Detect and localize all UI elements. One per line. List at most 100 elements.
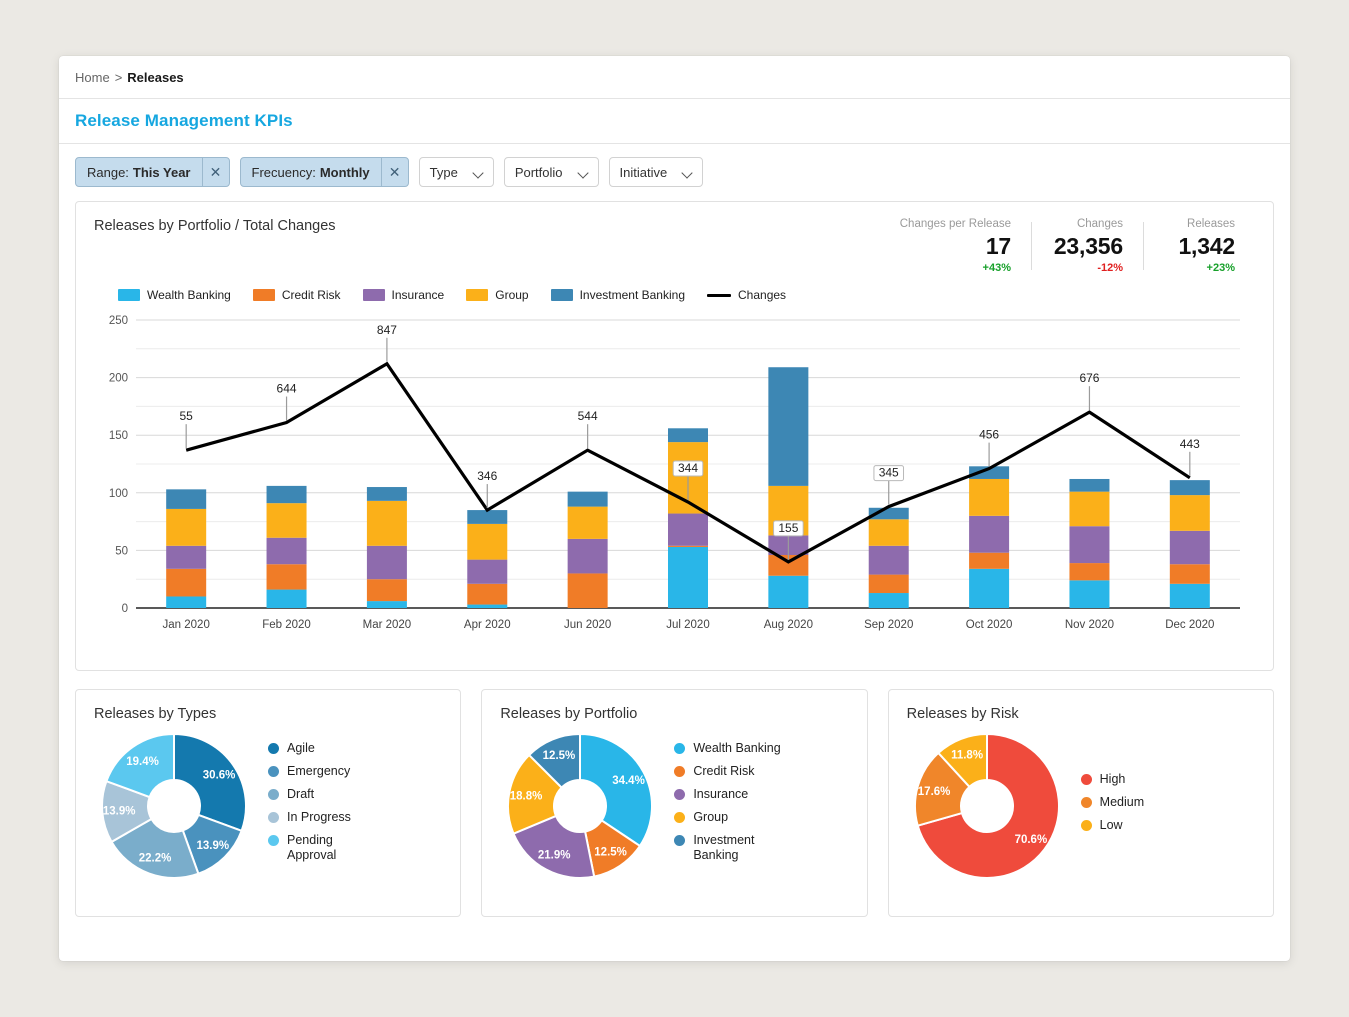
- bar-segment[interactable]: [668, 428, 708, 443]
- bar-segment[interactable]: [467, 510, 508, 524]
- bar-segment[interactable]: [166, 489, 207, 509]
- filter-pill-frequency-label: Frecuency:: [251, 164, 316, 180]
- breadcrumb-home-link[interactable]: Home: [75, 70, 110, 85]
- donut-slice-label: 30.6%: [203, 770, 236, 782]
- filter-select-initiative[interactable]: Initiative: [608, 157, 704, 187]
- donut-legend-item[interactable]: In Progress: [268, 810, 379, 825]
- bar-segment[interactable]: [366, 487, 407, 501]
- breadcrumb-separator: >: [114, 69, 123, 85]
- line-data-label: 544: [578, 409, 598, 423]
- legend-item[interactable]: Wealth Banking: [118, 288, 231, 302]
- donut-slice-label: 18.8%: [510, 790, 543, 802]
- bar-segment[interactable]: [768, 575, 809, 608]
- line-data-label: 443: [1180, 437, 1200, 451]
- filter-pill-frequency[interactable]: Frecuency: Monthly ✕: [239, 157, 409, 187]
- bar-segment[interactable]: [166, 545, 207, 569]
- legend-label: Wealth Banking: [147, 288, 231, 302]
- bar-segment[interactable]: [567, 491, 608, 507]
- bar-segment[interactable]: [1169, 530, 1210, 565]
- page-title-bar: Release Management KPIs: [59, 99, 1290, 144]
- legend-item[interactable]: Group: [466, 288, 529, 302]
- bar-segment[interactable]: [768, 367, 809, 486]
- dashboard-page: Home > Releases Release Management KPIs …: [59, 56, 1290, 961]
- x-axis-tick: Dec 2020: [1165, 619, 1214, 631]
- bar-segment[interactable]: [1169, 495, 1210, 531]
- legend-label: Low: [1099, 817, 1123, 832]
- releases-portfolio-chart-card: Releases by Portfolio / Total Changes Ch…: [75, 201, 1274, 671]
- donut-legend-item[interactable]: Emergency: [268, 764, 379, 779]
- donut-legend-item[interactable]: Agile: [268, 741, 379, 756]
- bar-segment[interactable]: [868, 519, 909, 546]
- bar-segment[interactable]: [969, 515, 1010, 553]
- donut-legend-item[interactable]: Insurance: [674, 787, 785, 802]
- legend-item[interactable]: Credit Risk: [252, 288, 341, 302]
- legend-label: In Progress: [287, 810, 351, 824]
- bar-segment[interactable]: [366, 601, 407, 608]
- close-icon[interactable]: ✕: [201, 158, 229, 186]
- bar-segment[interactable]: [366, 545, 407, 580]
- donut-slice-label: 12.5%: [543, 750, 576, 762]
- bar-segment[interactable]: [668, 546, 708, 608]
- donut-legend-item[interactable]: Group: [674, 810, 785, 825]
- donut-slice[interactable]: [173, 732, 247, 833]
- legend-item[interactable]: Insurance: [362, 288, 444, 302]
- kpi-group: Changes per Release 17 +43% Changes 23,3…: [880, 218, 1255, 274]
- donut-legend-item[interactable]: Medium: [1080, 795, 1144, 810]
- bar-segment[interactable]: [366, 500, 407, 546]
- bar-segment[interactable]: [266, 537, 307, 565]
- bar-segment[interactable]: [1069, 563, 1110, 581]
- bar-segment[interactable]: [1169, 564, 1210, 584]
- filter-pill-range[interactable]: Range: This Year ✕: [75, 157, 230, 187]
- bar-segment[interactable]: [166, 508, 207, 546]
- bar-segment[interactable]: [868, 593, 909, 608]
- bar-segment[interactable]: [166, 568, 207, 597]
- bar-segment[interactable]: [969, 568, 1010, 608]
- legend-dot: [1080, 796, 1092, 808]
- bar-segment[interactable]: [668, 545, 708, 547]
- bar-segment[interactable]: [868, 545, 909, 575]
- bar-segment[interactable]: [567, 506, 608, 539]
- line-data-label: 155: [778, 521, 798, 535]
- bar-segment[interactable]: [567, 573, 608, 608]
- donut-legend-item[interactable]: Credit Risk: [674, 764, 785, 779]
- donut-legend-item[interactable]: Wealth Banking: [674, 741, 785, 756]
- bar-segment[interactable]: [467, 604, 508, 608]
- bar-segment[interactable]: [1069, 491, 1110, 527]
- legend-item[interactable]: Investment Banking: [550, 288, 685, 302]
- legend-label: Agile: [287, 741, 315, 755]
- bar-segment[interactable]: [266, 589, 307, 608]
- line-data-label: 345: [879, 466, 899, 480]
- x-axis-tick: Sep 2020: [864, 619, 913, 631]
- bar-segment[interactable]: [969, 552, 1010, 569]
- bar-segment[interactable]: [467, 559, 508, 584]
- donut-legend-item[interactable]: Draft: [268, 787, 379, 802]
- line-data-label: 847: [377, 323, 397, 337]
- filter-select-type[interactable]: Type: [418, 157, 494, 187]
- donut-legend-item[interactable]: Low: [1080, 817, 1144, 833]
- bar-segment[interactable]: [1169, 480, 1210, 496]
- bar-segment[interactable]: [567, 538, 608, 574]
- close-icon[interactable]: ✕: [380, 158, 408, 186]
- bar-segment[interactable]: [266, 485, 307, 504]
- donut-legend-item[interactable]: Investment Banking: [674, 833, 785, 863]
- bar-segment[interactable]: [1069, 526, 1110, 564]
- bar-segment[interactable]: [266, 564, 307, 590]
- bar-segment[interactable]: [868, 574, 909, 594]
- donut-legend-item[interactable]: High: [1080, 772, 1144, 787]
- breadcrumb: Home > Releases: [59, 56, 1290, 99]
- bar-segment[interactable]: [1069, 478, 1110, 492]
- bar-segment[interactable]: [166, 596, 207, 608]
- donut-legend-item[interactable]: Pending Approval: [268, 833, 379, 863]
- legend-dot: [268, 766, 279, 777]
- bar-segment[interactable]: [467, 583, 508, 605]
- filter-select-portfolio[interactable]: Portfolio: [503, 157, 599, 187]
- bar-segment[interactable]: [1069, 580, 1110, 608]
- bar-segment[interactable]: [467, 523, 508, 560]
- bar-segment[interactable]: [668, 513, 708, 546]
- bar-segment[interactable]: [266, 503, 307, 538]
- legend-label: Credit Risk: [281, 288, 341, 302]
- legend-item-changes[interactable]: Changes: [707, 288, 786, 302]
- bar-segment[interactable]: [969, 478, 1010, 516]
- bar-segment[interactable]: [1169, 583, 1210, 608]
- bar-segment[interactable]: [366, 579, 407, 602]
